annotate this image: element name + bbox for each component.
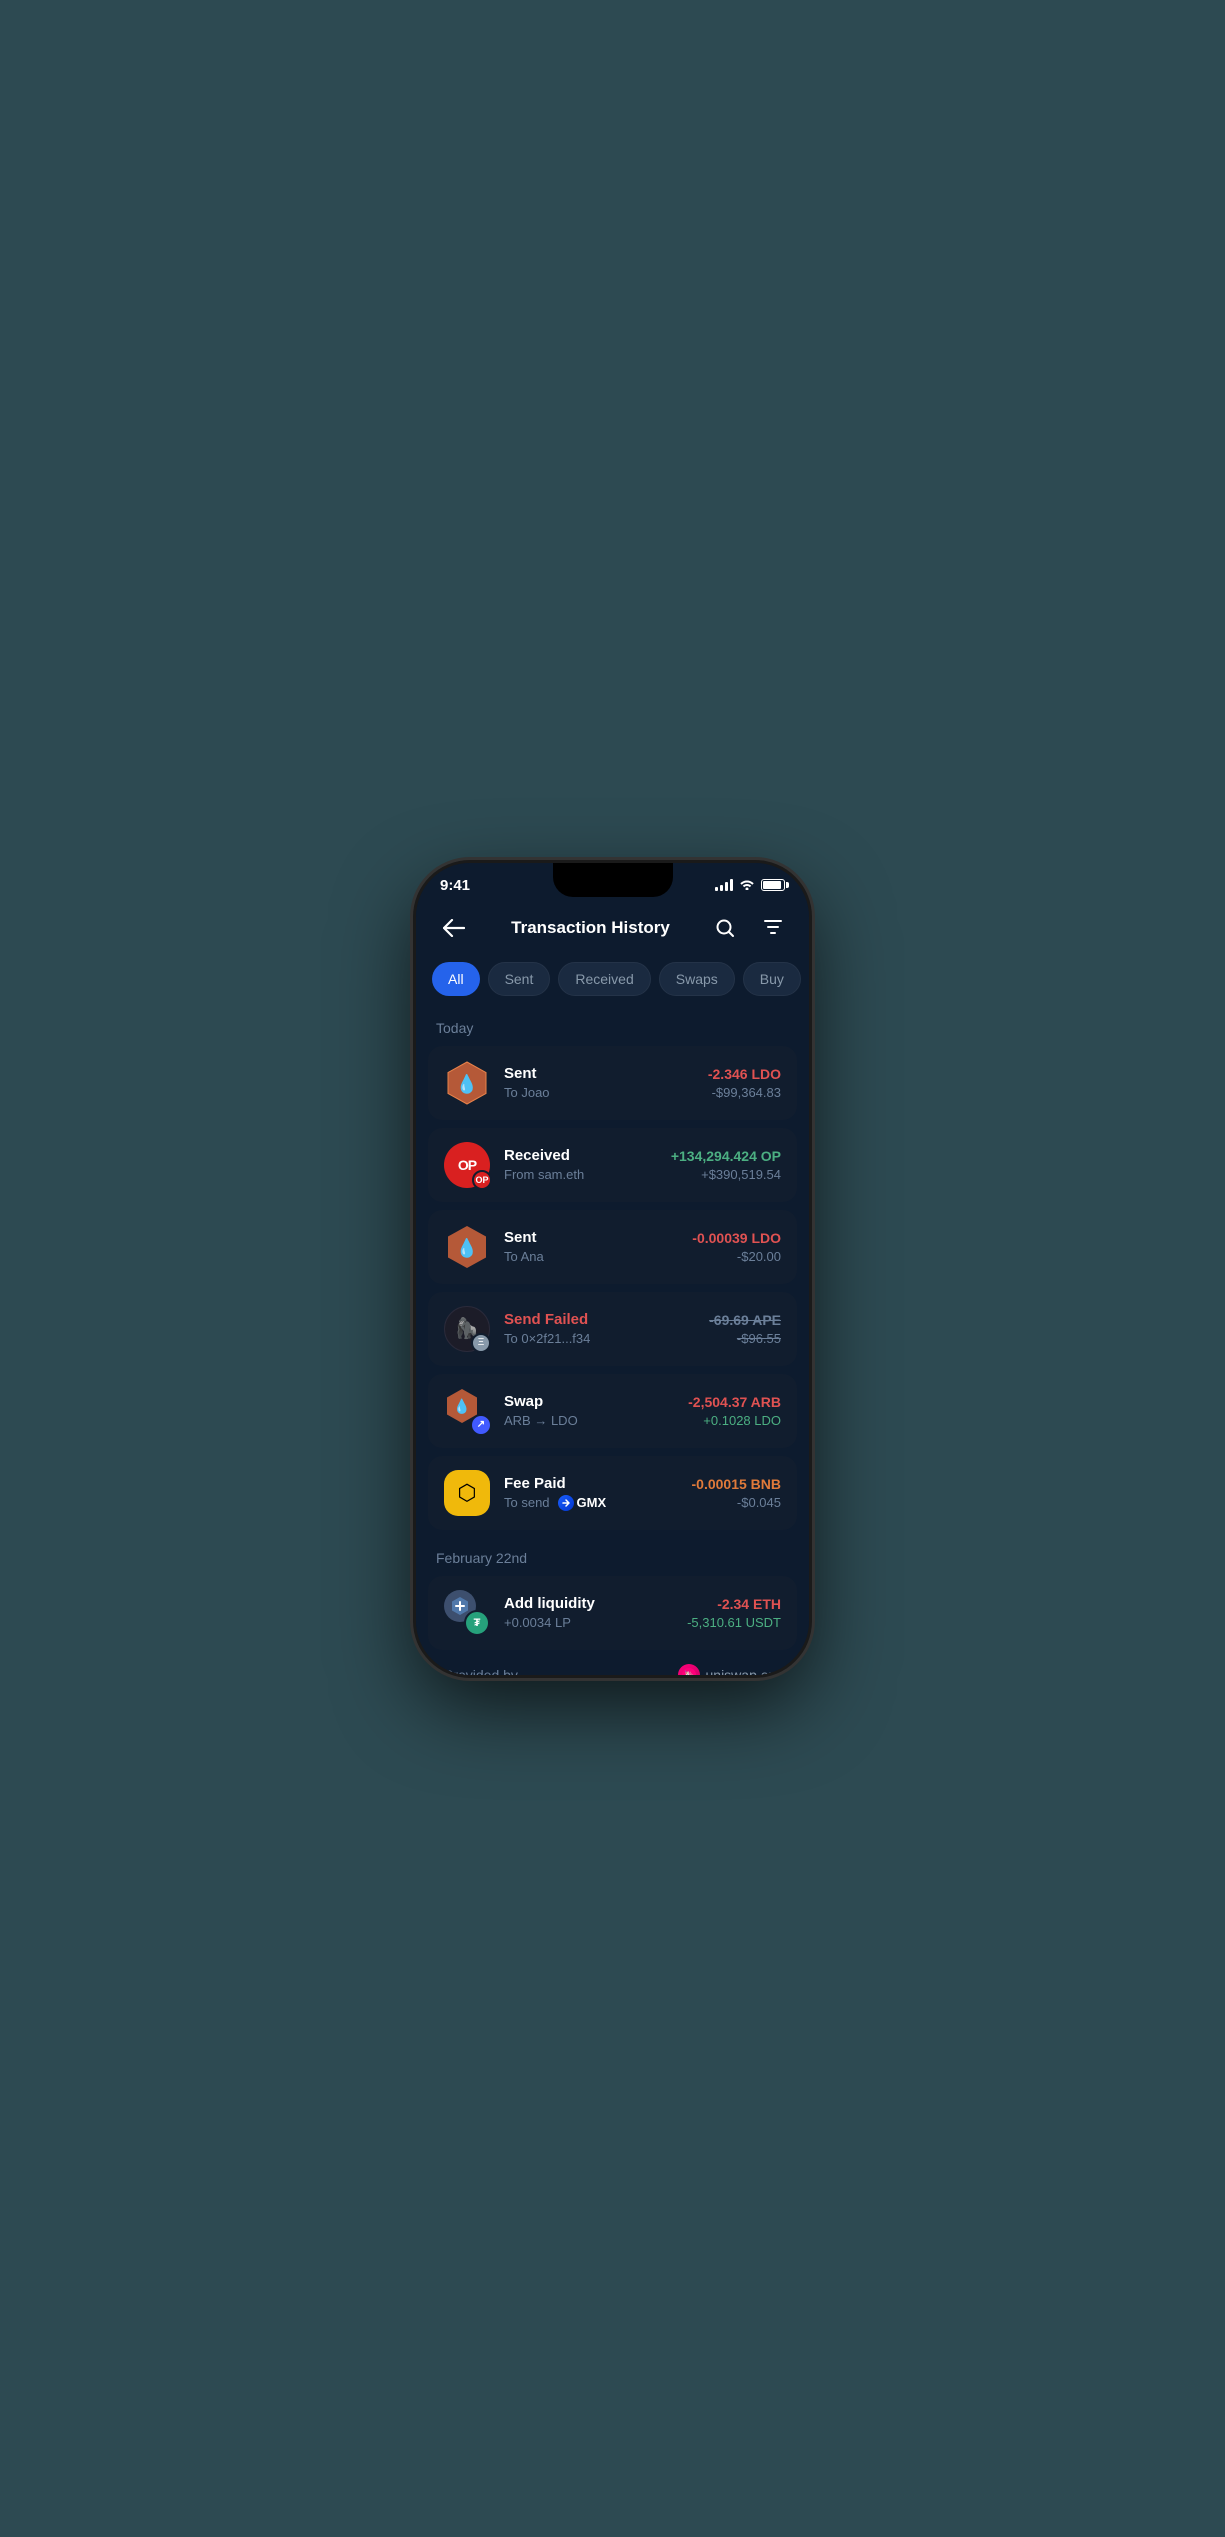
table-row[interactable]: 💧 Sent To Ana -0.00039 LDO -$20.00 <box>428 1210 797 1284</box>
tx-list-feb22: ₮ Add liquidity +0.0034 LP -2.34 ETH -5,… <box>416 1576 809 1656</box>
table-row[interactable]: 🦍 Ξ Send Failed To 0×2f21...f34 -69.69 A… <box>428 1292 797 1366</box>
tx-subtitle: +0.0034 LP <box>504 1615 673 1630</box>
tx-amounts: -0.00039 LDO -$20.00 <box>692 1230 781 1264</box>
tab-all[interactable]: All <box>432 962 480 996</box>
ldo-icon: 💧 <box>444 1060 490 1106</box>
tx-amount-secondary: +0.1028 LDO <box>688 1413 781 1428</box>
section-feb22-label: February 22nd <box>416 1546 809 1576</box>
tx-subtitle: ARB → LDO <box>504 1413 674 1428</box>
tab-received[interactable]: Received <box>558 962 650 996</box>
phone-screen: 9:41 Trans <box>416 863 809 1675</box>
tx-amounts: -2,504.37 ARB +0.1028 LDO <box>688 1394 781 1428</box>
swap-icon: 💧 ↗ <box>444 1388 490 1434</box>
tx-amounts: -2.346 LDO -$99,364.83 <box>708 1066 781 1100</box>
tx-info: Sent To Joao <box>504 1065 694 1100</box>
tab-buy[interactable]: Buy <box>743 962 801 996</box>
tx-title: Swap <box>504 1393 674 1410</box>
tx-subtitle: To Ana <box>504 1249 678 1264</box>
tx-title: Add liquidity <box>504 1595 673 1612</box>
table-row[interactable]: OP OP Received From sam.eth +134,294.424… <box>428 1128 797 1202</box>
tx-amount-primary: -2,504.37 ARB <box>688 1394 781 1410</box>
provided-by-label: Provided by <box>444 1667 518 1675</box>
tx-amount-primary: -2.34 ETH <box>687 1596 781 1612</box>
tx-subtitle: To 0×2f21...f34 <box>504 1331 695 1346</box>
tx-title: Fee Paid <box>504 1475 678 1492</box>
svg-text:💧: 💧 <box>456 1237 478 1258</box>
tx-amount-primary: -0.00039 LDO <box>692 1230 781 1246</box>
status-time: 9:41 <box>440 877 470 894</box>
tx-amount-primary: +134,294.424 OP <box>671 1148 781 1164</box>
tx-title: Received <box>504 1147 657 1164</box>
lp-icon: ₮ <box>444 1590 490 1636</box>
bnb-icon: ⬡ <box>444 1470 490 1516</box>
tx-amount-secondary: -$96.55 <box>709 1331 781 1346</box>
tx-amounts: -0.00015 BNB -$0.045 <box>692 1476 782 1510</box>
provided-by-source-label: uniswap.org <box>706 1667 782 1675</box>
header-actions <box>709 912 789 944</box>
filter-button[interactable] <box>757 912 789 944</box>
tx-info: Fee Paid To send GMX <box>504 1475 678 1511</box>
svg-text:💧: 💧 <box>453 1398 470 1415</box>
tx-amounts: -69.69 APE -$96.55 <box>709 1312 781 1346</box>
ldo-icon-2: 💧 <box>444 1224 490 1270</box>
tx-amount-secondary: -$0.045 <box>692 1495 782 1510</box>
tx-amounts: -2.34 ETH -5,310.61 USDT <box>687 1596 781 1630</box>
wifi-icon <box>739 878 755 893</box>
tx-amount-primary: -0.00015 BNB <box>692 1476 782 1492</box>
tx-info: Swap ARB → LDO <box>504 1393 674 1428</box>
signal-icon <box>715 879 733 891</box>
table-row[interactable]: 💧 ↗ Swap ARB → LDO -2,504.37 ARB +0.1028… <box>428 1374 797 1448</box>
tx-amounts: +134,294.424 OP +$390,519.54 <box>671 1148 781 1182</box>
op-icon: OP OP <box>444 1142 490 1188</box>
tx-title: Sent <box>504 1229 678 1246</box>
tx-amount-secondary: -5,310.61 USDT <box>687 1615 781 1630</box>
tx-title: Sent <box>504 1065 694 1082</box>
tx-info: Add liquidity +0.0034 LP <box>504 1595 673 1630</box>
uniswap-logo: 🦄 <box>678 1664 700 1675</box>
search-button[interactable] <box>709 912 741 944</box>
back-button[interactable] <box>436 910 472 946</box>
filter-tabs: All Sent Received Swaps Buy Se... <box>416 962 809 1016</box>
tx-amount-secondary: +$390,519.54 <box>671 1167 781 1182</box>
tx-info: Send Failed To 0×2f21...f34 <box>504 1311 695 1346</box>
tx-amount-primary: -69.69 APE <box>709 1312 781 1328</box>
tx-amount-secondary: -$20.00 <box>692 1249 781 1264</box>
status-right <box>715 878 785 893</box>
tab-swaps[interactable]: Swaps <box>659 962 735 996</box>
table-row[interactable]: ₮ Add liquidity +0.0034 LP -2.34 ETH -5,… <box>428 1576 797 1650</box>
table-row[interactable]: ⬡ Fee Paid To send GMX <box>428 1456 797 1530</box>
tx-amount-primary: -2.346 LDO <box>708 1066 781 1082</box>
provided-by-source[interactable]: 🦄 uniswap.org <box>678 1664 782 1675</box>
header: Transaction History <box>416 902 809 962</box>
page-title: Transaction History <box>511 918 670 938</box>
tx-subtitle: From sam.eth <box>504 1167 657 1182</box>
section-today-label: Today <box>416 1016 809 1046</box>
ape-icon: 🦍 Ξ <box>444 1306 490 1352</box>
tx-list-today: 💧 Sent To Joao -2.346 LDO -$99,364.83 OP… <box>416 1046 809 1536</box>
svg-text:💧: 💧 <box>456 1073 478 1094</box>
battery-icon <box>761 879 785 891</box>
phone-frame: 9:41 Trans <box>416 863 809 1675</box>
tx-info: Received From sam.eth <box>504 1147 657 1182</box>
tx-subtitle: To send GMX <box>504 1495 678 1511</box>
table-row[interactable]: 💧 Sent To Joao -2.346 LDO -$99,364.83 <box>428 1046 797 1120</box>
provided-by-row: Provided by 🦄 uniswap.org <box>416 1656 809 1675</box>
gmx-icon <box>558 1495 574 1511</box>
tx-info: Sent To Ana <box>504 1229 678 1264</box>
tx-amount-secondary: -$99,364.83 <box>708 1085 781 1100</box>
notch <box>553 863 673 897</box>
tx-subtitle: To Joao <box>504 1085 694 1100</box>
tx-title-failed: Send Failed <box>504 1311 695 1328</box>
tab-sent[interactable]: Sent <box>488 962 551 996</box>
